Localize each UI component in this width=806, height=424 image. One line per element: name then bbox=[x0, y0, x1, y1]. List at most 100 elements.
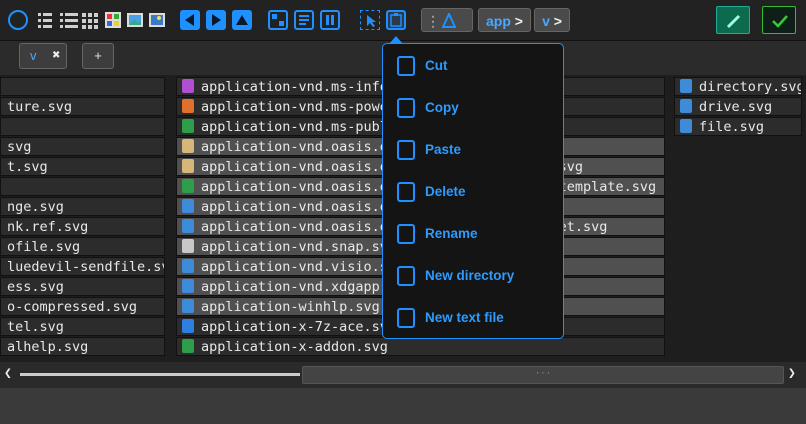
file-row[interactable] bbox=[0, 177, 165, 196]
back-icon[interactable] bbox=[180, 10, 200, 30]
file-name: application-winhlp.svg bbox=[201, 299, 380, 315]
scroll-grip: ··· bbox=[534, 369, 552, 379]
file-row[interactable]: ess.svg bbox=[0, 277, 165, 296]
file-name bbox=[1, 79, 7, 95]
file-icon bbox=[680, 79, 692, 93]
menu-item-label: Paste bbox=[425, 142, 462, 157]
edit-button[interactable] bbox=[716, 6, 750, 34]
file-icon bbox=[680, 119, 692, 133]
horizontal-scrollbar[interactable]: ❮ ··· ❯ bbox=[0, 362, 806, 388]
file-icon bbox=[182, 259, 194, 273]
file-row[interactable] bbox=[0, 117, 165, 136]
user-icon[interactable] bbox=[8, 10, 28, 30]
file-row[interactable]: ture.svg bbox=[0, 97, 165, 116]
file-row[interactable]: nk.ref.svg bbox=[0, 217, 165, 236]
file-row[interactable]: directory.svg bbox=[674, 77, 802, 96]
file-row[interactable]: file.svg bbox=[674, 117, 802, 136]
forward-icon[interactable] bbox=[206, 10, 226, 30]
file-icon bbox=[182, 319, 194, 333]
menu-item-cut[interactable]: Cut bbox=[391, 50, 555, 82]
view-list-icon[interactable] bbox=[38, 10, 52, 30]
menu-item-label: Delete bbox=[425, 184, 466, 199]
toolbar: ⋮ app > v > bbox=[0, 0, 806, 41]
file-row[interactable]: drive.svg bbox=[674, 97, 802, 116]
file-name: t.svg bbox=[7, 159, 48, 175]
file-row[interactable]: svg bbox=[0, 137, 165, 156]
up-icon[interactable] bbox=[232, 10, 252, 30]
file-icon bbox=[182, 339, 194, 353]
file-row[interactable]: tel.svg bbox=[0, 317, 165, 336]
new-directory-icon bbox=[397, 266, 415, 286]
breadcrumb-app[interactable]: app > bbox=[478, 8, 531, 32]
menu-item-new-text-file[interactable]: New text file bbox=[391, 302, 555, 334]
menu-item-label: Rename bbox=[425, 226, 478, 241]
select-icon[interactable] bbox=[360, 10, 380, 30]
pause-icon[interactable] bbox=[320, 10, 340, 30]
file-name bbox=[1, 119, 7, 135]
tree-icon[interactable] bbox=[268, 10, 288, 30]
tab-v[interactable]: v ✖ bbox=[19, 43, 67, 69]
file-row[interactable]: t.svg bbox=[0, 157, 165, 176]
file-row[interactable]: nge.svg bbox=[0, 197, 165, 216]
file-icon bbox=[182, 119, 194, 133]
menu-item-label: New text file bbox=[425, 310, 504, 325]
file-name: application-x-addon.svg bbox=[201, 339, 388, 355]
file-icon bbox=[182, 79, 194, 93]
file-name: directory.svg bbox=[699, 79, 802, 95]
menu-item-rename[interactable]: Rename bbox=[391, 218, 555, 250]
add-tab-button[interactable]: + bbox=[82, 43, 114, 69]
file-name bbox=[1, 179, 7, 195]
file-name: application-x-7z-ace.svg bbox=[201, 319, 397, 335]
scroll-track[interactable] bbox=[20, 373, 300, 376]
file-row[interactable]: luedevil-sendfile.svg bbox=[0, 257, 165, 276]
menu-item-copy[interactable]: Copy bbox=[391, 92, 555, 124]
file-name: ofile.svg bbox=[7, 239, 81, 255]
file-name: application-vnd.xdgapp.svg bbox=[201, 279, 413, 295]
file-name: nk.ref.svg bbox=[7, 219, 89, 235]
delete-icon bbox=[397, 182, 415, 202]
file-name: luedevil-sendfile.svg bbox=[7, 259, 165, 275]
photo-icon[interactable] bbox=[148, 10, 166, 30]
scroll-thumb[interactable]: ··· bbox=[302, 366, 784, 384]
file-name: ture.svg bbox=[7, 99, 73, 115]
file-icon bbox=[182, 239, 194, 253]
file-icon bbox=[182, 99, 194, 113]
menu-item-new-directory[interactable]: New directory bbox=[391, 260, 555, 292]
file-row[interactable]: alhelp.svg bbox=[0, 337, 165, 356]
plus-icon: + bbox=[94, 48, 102, 63]
file-row[interactable]: o-compressed.svg bbox=[0, 297, 165, 316]
file-name: application-vnd.visio.svg bbox=[201, 259, 405, 275]
scroll-left-icon[interactable]: ❮ bbox=[4, 366, 12, 381]
status-bar bbox=[0, 388, 806, 424]
file-icon bbox=[182, 179, 194, 193]
new-text-file-icon bbox=[397, 308, 415, 328]
color-icon[interactable] bbox=[104, 10, 122, 30]
paste-icon bbox=[397, 140, 415, 160]
confirm-button[interactable] bbox=[762, 6, 796, 34]
crumb-menu-icon: ⋮ bbox=[426, 13, 440, 29]
paste-icon[interactable] bbox=[386, 10, 406, 30]
chevron-right-icon: > bbox=[553, 13, 562, 29]
edit-icon bbox=[725, 12, 743, 34]
scroll-right-icon[interactable]: ❯ bbox=[788, 366, 796, 381]
file-name: application-vnd.snap.svg bbox=[201, 239, 397, 255]
file-name: drive.svg bbox=[699, 99, 773, 115]
context-menu: Cut Copy Paste Delete Rename New directo… bbox=[382, 43, 564, 339]
image-icon[interactable] bbox=[126, 10, 144, 30]
terminal-crumb[interactable]: ⋮ bbox=[421, 8, 473, 32]
menu-item-delete[interactable]: Delete bbox=[391, 176, 555, 208]
view-grid-icon[interactable] bbox=[82, 10, 100, 30]
file-row[interactable]: application-x-addon.svg bbox=[176, 337, 665, 356]
panel-icon[interactable] bbox=[294, 10, 314, 30]
cut-icon bbox=[397, 56, 415, 76]
file-name: o-compressed.svg bbox=[7, 299, 138, 315]
file-row[interactable]: ofile.svg bbox=[0, 237, 165, 256]
view-details-icon[interactable] bbox=[60, 10, 78, 30]
breadcrumb-v[interactable]: v > bbox=[534, 8, 570, 32]
menu-item-paste[interactable]: Paste bbox=[391, 134, 555, 166]
chevron-right-icon: > bbox=[514, 13, 523, 29]
file-icon bbox=[182, 279, 194, 293]
file-icon bbox=[680, 99, 692, 113]
tab-close-icon[interactable]: ✖ bbox=[52, 44, 60, 68]
file-row[interactable] bbox=[0, 77, 165, 96]
